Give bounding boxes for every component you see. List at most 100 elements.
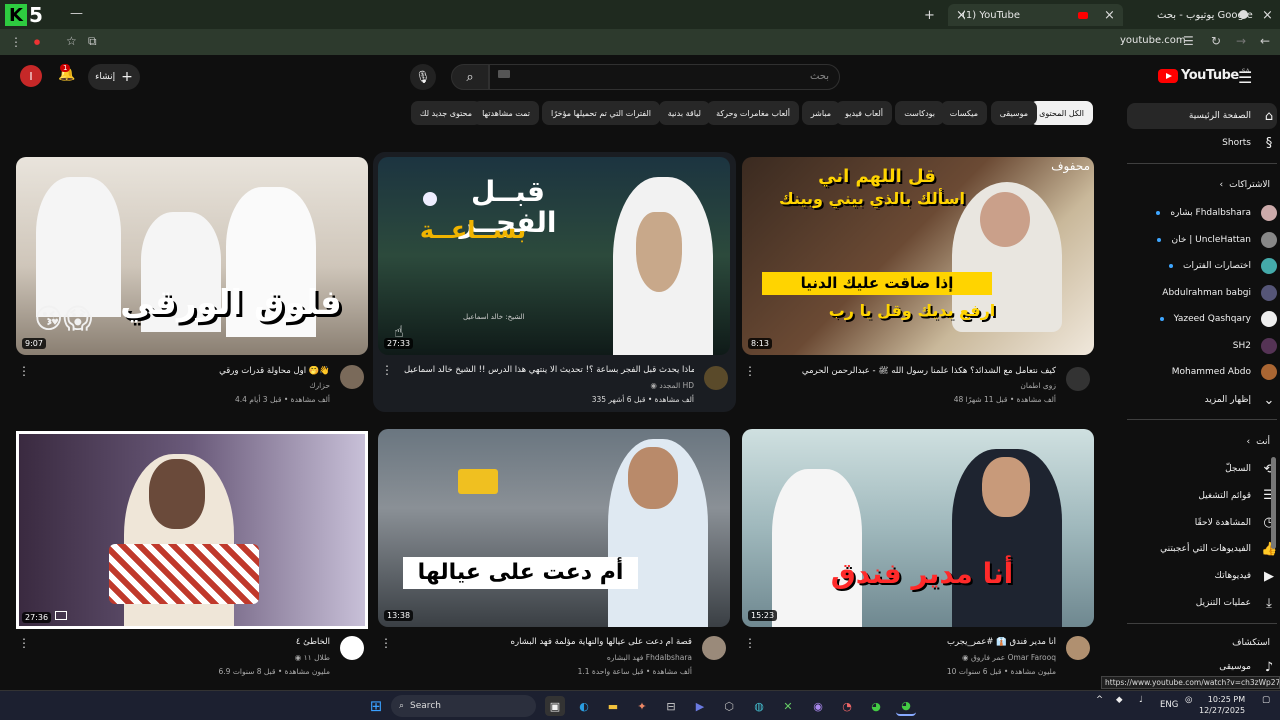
- new-tab-button[interactable]: +: [924, 4, 935, 26]
- channel-name[interactable]: ◉ طلال ١١: [295, 653, 330, 662]
- xbox-icon[interactable]: ✕: [778, 696, 798, 716]
- tab-youtube[interactable]: × (1) YouTube: [948, 4, 1123, 26]
- channel-avatar[interactable]: [1066, 367, 1090, 391]
- windows-start-icon[interactable]: ⊞: [366, 696, 386, 716]
- notification-center-icon[interactable]: ▢: [1262, 695, 1270, 705]
- video-thumbnail[interactable]: قبــل الفجــر بســاعــة الشيخ: خالد اسما…: [378, 157, 730, 355]
- tray-mic-icon[interactable]: ♩: [1139, 695, 1143, 705]
- chip-mixes[interactable]: ميكسات: [940, 101, 987, 125]
- chrome-icon[interactable]: ◕: [896, 696, 916, 716]
- chip-video-games[interactable]: ألعاب فيديو: [836, 101, 892, 125]
- network-icon[interactable]: ◎: [1185, 695, 1192, 705]
- file-explorer-icon[interactable]: ▬: [603, 696, 623, 716]
- sidebar-subscription-item[interactable]: SH2: [1127, 333, 1277, 359]
- sidebar-item-download[interactable]: عمليات التنزيل ⤓: [1127, 590, 1277, 616]
- sidebar-subscription-item[interactable]: Mohammed Abdo: [1127, 359, 1277, 385]
- more-options-icon[interactable]: ⋮: [18, 364, 30, 378]
- chrome-icon[interactable]: ◕: [866, 696, 886, 716]
- chip-action-adventure[interactable]: ألعاب مغامرات وحركة: [707, 101, 799, 125]
- forward-icon[interactable]: →: [1236, 34, 1246, 48]
- screenshot-icon[interactable]: ⧉: [88, 34, 97, 48]
- more-options-icon[interactable]: ⋮: [381, 363, 393, 377]
- video-thumbnail[interactable]: قل اللهم اني اسألك بالذي بيني وبينك إذا …: [742, 157, 1094, 355]
- tab-google[interactable]: يوتيوب - بحث Google: [1137, 4, 1257, 26]
- chip-watched[interactable]: تمت مشاهدتها: [473, 101, 539, 125]
- video-thumbnail[interactable]: فلوق الورقي 😘😱 9:07: [16, 157, 368, 355]
- more-options-icon[interactable]: ⋮: [380, 636, 392, 650]
- sidebar-subscription-item[interactable]: Yazeed Qashqary: [1127, 306, 1277, 332]
- hamburger-menu-icon[interactable]: ☰: [1238, 68, 1252, 87]
- channel-name[interactable]: ◉ عمر فاروق Omar Farooq: [962, 653, 1056, 662]
- video-thumbnail[interactable]: 27:36: [16, 431, 368, 629]
- launcher-logo[interactable]: K 5: [5, 3, 53, 27]
- bookmark-star-icon[interactable]: ☆: [66, 34, 77, 48]
- chip-podcasts[interactable]: بودكاست: [895, 101, 944, 125]
- tray-chevron-icon[interactable]: ^: [1096, 695, 1103, 705]
- minimize-icon[interactable]: —: [70, 7, 83, 21]
- app-icon[interactable]: ▶: [690, 696, 710, 716]
- sidebar-item-your-videos[interactable]: فيديوهاتك ▶: [1127, 563, 1277, 589]
- sidebar-subscription-item[interactable]: بشاره Fhdalbshara: [1127, 200, 1277, 226]
- sidebar-item-home[interactable]: الصفحة الرئيسية ⌂: [1127, 103, 1277, 129]
- language-indicator[interactable]: ENG: [1160, 700, 1178, 710]
- channel-name[interactable]: فهد البشاره Fhdalbshara: [607, 653, 692, 662]
- tab-close-icon[interactable]: ×: [1104, 4, 1115, 26]
- chip-new-to-you[interactable]: محتوى جديد لك: [410, 101, 481, 125]
- app-icon[interactable]: ◍: [749, 696, 769, 716]
- video-thumbnail[interactable]: أنا مدير فندق 15:23: [742, 429, 1094, 627]
- chip-recently-uploaded[interactable]: الفترات التي تم تحميلها مؤخرًا: [542, 101, 660, 125]
- video-title[interactable]: كيف نتعامل مع الشدائد؟ هكذا علمنا رسول ا…: [766, 366, 1056, 378]
- sidebar-item-like[interactable]: الفيديوهات التي أعجبتني 👍: [1127, 536, 1277, 562]
- video-title[interactable]: الخاطئ ٤: [40, 637, 330, 647]
- keyboard-icon[interactable]: [498, 70, 510, 78]
- extension-icon[interactable]: ⏺: [34, 35, 40, 49]
- task-view-icon[interactable]: ▣: [545, 696, 565, 716]
- sidebar-item-history[interactable]: السجلّ ⟲: [1127, 456, 1277, 482]
- you-header[interactable]: ‹ أنت: [1247, 437, 1270, 447]
- sidebar-item-playlist[interactable]: قوائم التشغيل ☰: [1127, 483, 1277, 509]
- more-options-icon[interactable]: ⋮: [744, 636, 756, 650]
- more-options-icon[interactable]: ⋮: [18, 636, 30, 650]
- chip-fitness[interactable]: لياقة بدنية: [658, 101, 710, 125]
- tab-close-icon[interactable]: ×: [1262, 4, 1273, 26]
- channel-name[interactable]: حزارك: [309, 381, 330, 390]
- channel-name[interactable]: زوى اطمان: [1020, 381, 1056, 390]
- search-input[interactable]: بحث: [489, 64, 840, 90]
- sidebar-subscription-item[interactable]: خان | UncleHattan: [1127, 227, 1277, 253]
- back-icon[interactable]: ←: [1260, 34, 1270, 48]
- tray-icon[interactable]: ◆: [1116, 695, 1123, 705]
- show-more-button[interactable]: إظهار المزيد ⌄: [1127, 387, 1277, 413]
- edge-icon[interactable]: ◐: [574, 696, 594, 716]
- channel-avatar[interactable]: [340, 636, 364, 660]
- system-clock[interactable]: 10:25 PM 12/27/2025: [1199, 694, 1245, 716]
- account-avatar[interactable]: I: [20, 65, 42, 87]
- channel-avatar[interactable]: [704, 366, 728, 390]
- search-button[interactable]: ⌕: [451, 64, 489, 90]
- video-title[interactable]: أنا مدير فندق 👔 #عمر_يجرب: [766, 637, 1056, 647]
- chip-live[interactable]: مباشر: [801, 101, 840, 125]
- video-title[interactable]: قصة أم دعت على عيالها والنهاية مؤلمة فهد…: [402, 637, 692, 647]
- sidebar-item-watch-later[interactable]: المشاهدة لاحقًا ◷: [1127, 510, 1277, 536]
- channel-avatar[interactable]: [702, 636, 726, 660]
- video-thumbnail[interactable]: أم دعت على عيالها 13:38: [378, 429, 730, 627]
- taskbar-search[interactable]: ⌕ Search: [391, 695, 536, 717]
- reload-icon[interactable]: ↻: [1211, 34, 1221, 48]
- subscriptions-header[interactable]: ‹ الاشتراكات: [1220, 180, 1270, 190]
- chip-music[interactable]: موسيقى: [990, 101, 1037, 125]
- voice-search-icon[interactable]: 🎙: [410, 64, 436, 90]
- channel-avatar[interactable]: [340, 365, 364, 389]
- sidebar-subscription-item[interactable]: اختصارات الفترات: [1127, 253, 1277, 279]
- store-icon[interactable]: ⊟: [661, 696, 681, 716]
- more-options-icon[interactable]: ⋮: [744, 364, 756, 378]
- channel-avatar[interactable]: [1066, 636, 1090, 660]
- create-button[interactable]: إنشاء +: [88, 64, 140, 90]
- url-field[interactable]: youtube.com: [1120, 35, 1186, 46]
- site-settings-icon[interactable]: ☰: [1183, 34, 1194, 48]
- app-icon[interactable]: ◔: [837, 696, 857, 716]
- sidebar-item-shorts[interactable]: Shorts §: [1127, 130, 1277, 156]
- youtube-logo[interactable]: YouTube SA: [1158, 68, 1250, 83]
- channel-name[interactable]: ◉ المجدد HD: [650, 381, 694, 390]
- app-icon[interactable]: ◉: [808, 696, 828, 716]
- sidebar-subscription-item[interactable]: Abdulrahman babgi: [1127, 280, 1277, 306]
- menu-dots-icon[interactable]: ⋮: [10, 35, 22, 49]
